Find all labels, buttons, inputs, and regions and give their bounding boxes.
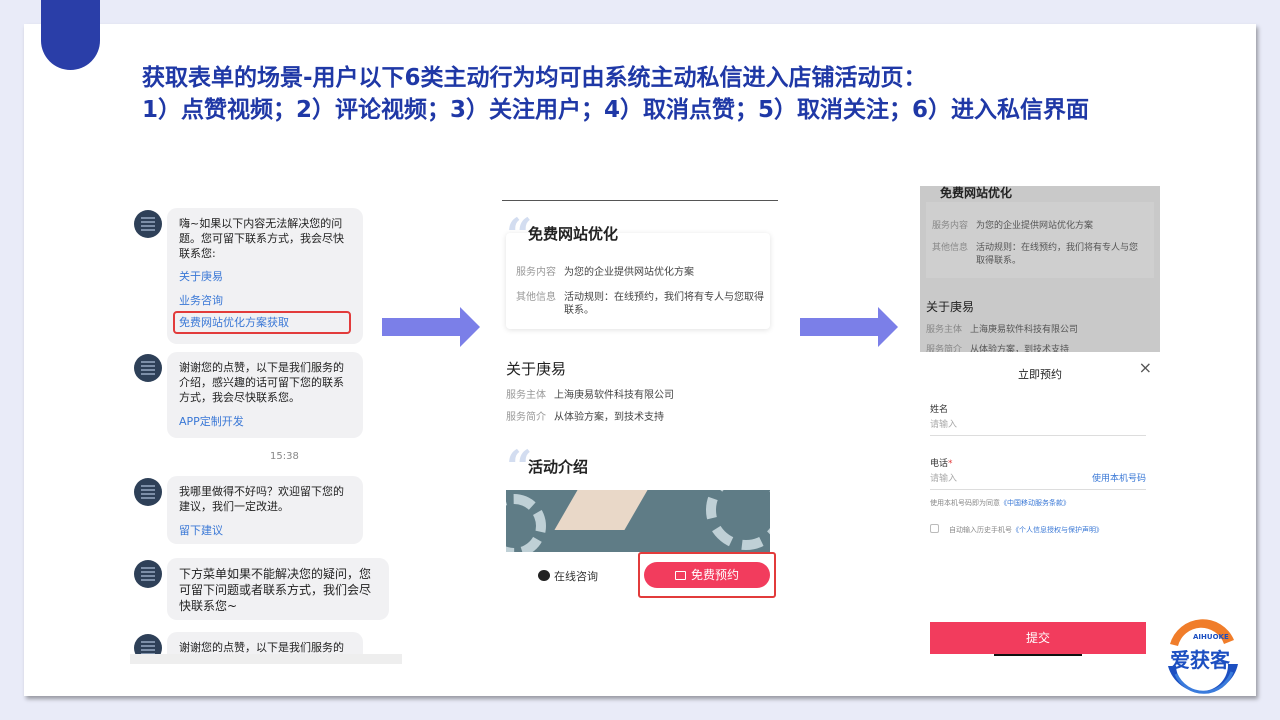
divider [502,200,778,201]
avatar [134,478,162,506]
link-free-optimization[interactable]: 免费网站优化方案获取 [173,311,351,334]
chat-bubble: 嗨~如果以下内容无法解决您的问题。您可留下联系方式，我会尽快联系您: 关于庚易 … [167,208,363,344]
page-title: 获取表单的场景-用户以下6类主动行为均可由系统主动私信进入店铺活动页： 1）点赞… [142,62,1089,126]
reservation-form-panel: 免费网站优化 服务内容 为您的企业提供网站优化方案 其他信息 活动规则：在线预约，我… [920,186,1160,656]
bg-other-value: 活动规则：在线预约，我们将有专人与您取得联系。 [976,243,1139,266]
activity-banner-image [506,490,770,556]
hand-icon [554,490,648,530]
modal-title: 立即预约 [1018,368,1062,381]
link-business[interactable]: 业务咨询 [179,293,351,308]
agreement-text: 使用本机号码即为同意《中国移动服务条款》 [930,498,1070,508]
avatar [134,354,162,382]
logo-text-en: AIHUOKE [1193,633,1229,641]
use-this-phone-button[interactable]: 使用本机号码 [1092,468,1146,490]
free-reserve-button[interactable]: 免费预约 [644,562,770,588]
intro-label: 服务简介 [506,412,546,423]
service-content-row: 服务内容 为您的企业提供网站优化方案 [516,266,694,279]
other-info-row: 其他信息 活动规则：在线预约，我们将有专人与您取得联系。 [516,291,764,317]
terms-link[interactable]: 《中国移动服务条款》 [1000,499,1070,507]
other-info-label: 其他信息 [516,292,556,303]
bg-other-label: 其他信息 [932,243,969,253]
about-heading: 关于庚易 [506,360,567,378]
message-text: 我哪里做得不好吗？欢迎留下您的建议，我们一定改进。 [179,485,344,513]
reservation-modal: 立即预约 × 姓名 请输入 电话* 请输入 使用本机号码 使用本机号码即为同意《… [920,352,1160,656]
right-arrow-icon [800,307,898,347]
close-icon[interactable]: × [1139,358,1152,377]
chat-bubble: 下方菜单如果不能解决您的疑问，您可留下问题或者联系方式，我们会尽快联系您~ [167,558,389,620]
bottom-action-bar: 在线咨询 免费预约 [500,552,780,598]
title-line-2: 1）点赞视频；2）评论视频；3）关注用户；4）取消点赞；5）取消关注；6）进入私… [142,97,1090,123]
consult-label: 在线咨询 [554,570,598,583]
bg-service-value: 为您的企业提供网站优化方案 [976,221,1094,231]
avatar [134,210,162,238]
divider [130,654,402,664]
bg-service-row: 服务内容 为您的企业提供网站优化方案 [932,220,1093,233]
bg-subject-row: 服务主体 上海庚易软件科技有限公司 [926,324,1078,337]
bg-service-label: 服务内容 [932,221,969,231]
phone-field[interactable]: 请输入 使用本机号码 [930,468,1146,490]
name-field[interactable]: 请输入 [930,414,1146,436]
right-arrow-icon [382,307,480,347]
auto-fill-row: 自动输入历史手机号《个人信息授权与保护声明》 [930,524,1103,535]
corner-tab [41,0,100,70]
gear-icon [706,490,770,550]
intro-value: 从体验方案，到技术支持 [554,412,664,423]
modal-backdrop[interactable]: 免费网站优化 服务内容 为您的企业提供网站优化方案 其他信息 活动规则：在线预约，我… [920,186,1160,355]
bg-subject-value: 上海庚易软件科技有限公司 [970,325,1079,335]
activity-intro-heading: 活动介绍 [528,458,589,476]
service-content-label: 服务内容 [516,267,556,278]
other-info-value: 活动规则：在线预约，我们将有专人与您取得联系。 [564,292,764,316]
chat-timestamp: 15:38 [270,451,299,462]
submit-button[interactable]: 提交 [930,622,1146,654]
subject-value: 上海庚易软件科技有限公司 [554,390,674,401]
chat-panel: 嗨~如果以下内容无法解决您的问题。您可留下联系方式，我会尽快联系您: 关于庚易 … [130,200,402,664]
bg-heading: 免费网站优化 [940,186,1013,200]
bg-subject-label: 服务主体 [926,325,963,335]
link-about[interactable]: 关于庚易 [179,269,351,284]
phone-placeholder: 请输入 [930,474,958,484]
auto-fill-checkbox[interactable] [930,524,939,533]
activity-heading: 免费网站优化 [528,225,619,243]
logo-text-cn: 爱获客 [1170,648,1230,672]
activity-page-panel: “ 免费网站优化 服务内容 为您的企业提供网站优化方案 其他信息 活动规则：在线预约… [500,200,780,600]
online-consult-button[interactable]: 在线咨询 [538,568,598,584]
link-suggestion[interactable]: 留下建议 [179,523,351,538]
link-app-dev[interactable]: APP定制开发 [179,414,351,429]
calendar-icon [674,571,686,580]
service-content-value: 为您的企业提供网站优化方案 [564,267,694,278]
bg-other-row: 其他信息 活动规则：在线预约，我们将有专人与您取得联系。 [932,242,1146,268]
highlight-box: 免费预约 [638,552,776,598]
agree-text: 使用本机号码即为同意 [930,499,1000,507]
message-text: 嗨~如果以下内容无法解决您的问题。您可留下联系方式，我会尽快联系您: [179,217,344,260]
gear-icon [506,494,546,556]
privacy-link[interactable]: 《个人信息授权与保护声明》 [1012,526,1103,534]
subject-label: 服务主体 [506,390,546,401]
avatar [134,560,162,588]
chat-bubble: 我哪里做得不好吗？欢迎留下您的建议，我们一定改进。 留下建议 [167,476,363,544]
chat-bubble: 谢谢您的点赞，以下是我们服务的介绍，感兴趣的话可留下您的联系方式，我会尽快联系您… [167,352,363,438]
bg-about: 关于庚易 [926,300,975,314]
reserve-label: 免费预约 [690,568,739,582]
chat-icon [538,570,550,581]
home-indicator [994,654,1082,656]
message-text: 谢谢您的点赞，以下是我们服务的介绍，感兴趣的话可留下您的联系方式，我会尽快联系您… [179,361,344,404]
subject-row: 服务主体 上海庚易软件科技有限公司 [506,389,674,402]
title-line-1: 获取表单的场景-用户以下6类主动行为均可由系统主动私信进入店铺活动页： [142,65,927,91]
intro-row: 服务简介 从体验方案，到技术支持 [506,411,664,424]
auto-text: 自动输入历史手机号 [949,526,1012,534]
